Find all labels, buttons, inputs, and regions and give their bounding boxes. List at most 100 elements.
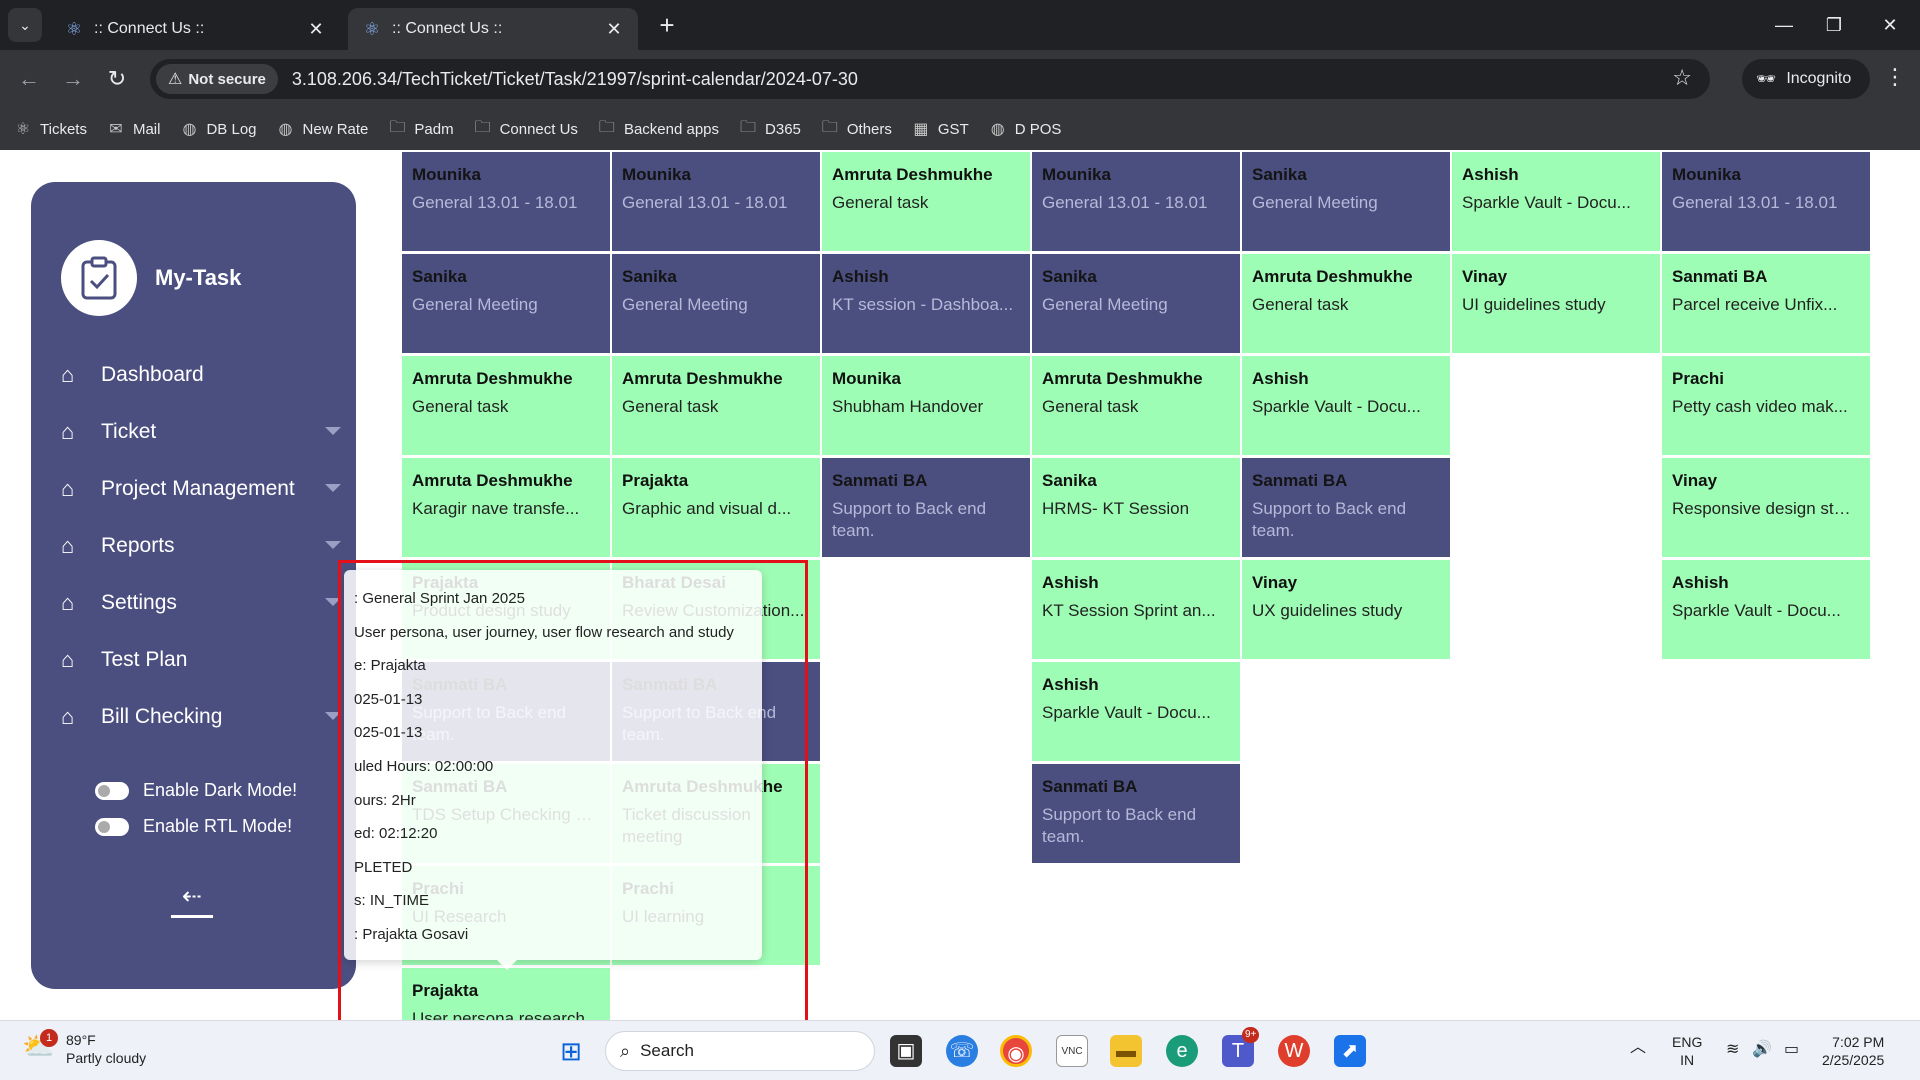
sidebar-item-bill-checking[interactable]: ⌂ Bill Checking (61, 688, 341, 745)
caret-down-icon[interactable] (325, 484, 341, 492)
tab-search-button[interactable]: ⌄ (8, 8, 42, 42)
task-card[interactable]: Mounika General 13.01 - 18.01 (1032, 152, 1240, 251)
chevron-up-icon[interactable]: ︿ (1630, 1039, 1646, 1057)
clock[interactable]: 7:02 PM 2/25/2025 (1822, 1033, 1884, 1069)
menu-kebab-icon[interactable]: ⋮ (1880, 64, 1910, 90)
task-card[interactable]: Vinay UX guidelines study (1242, 560, 1450, 659)
bookmark-item[interactable]: 🗀 Padm (388, 116, 453, 143)
address-bar[interactable]: ⚠ Not secure 3.108.206.34/TechTicket/Tic… (150, 59, 1710, 99)
task-view-icon[interactable]: ▣ (890, 1035, 922, 1067)
bookmark-item[interactable]: ⚛ Tickets (14, 119, 87, 139)
teams-icon[interactable]: T 9+ (1222, 1027, 1260, 1067)
language-indicator[interactable]: ENG IN (1672, 1033, 1702, 1069)
bookmark-item[interactable]: ◍ New Rate (277, 119, 369, 139)
bookmark-item[interactable]: ◍ DB Log (180, 119, 256, 139)
task-card[interactable]: Mounika General 13.01 - 18.01 (612, 152, 820, 251)
task-card[interactable]: Mounika General 13.01 - 18.01 (1662, 152, 1870, 251)
task-card[interactable]: Sanika General Meeting (612, 254, 820, 353)
close-icon[interactable]: ✕ (604, 19, 624, 40)
volume-icon[interactable]: 🔊 (1752, 1041, 1772, 1059)
new-tab-button[interactable]: + (652, 10, 682, 40)
rtl-mode-toggle[interactable]: Enable RTL Mode! (95, 816, 292, 837)
wifi-icon[interactable]: ≋ (1726, 1041, 1739, 1059)
sidebar-item-label: Settings (101, 590, 177, 614)
bookmark-item[interactable]: ▦ GST (912, 119, 968, 139)
browser-tab-2[interactable]: ⚛ :: Connect Us :: ✕ (348, 8, 638, 50)
task-card[interactable]: Ashish KT Session Sprint an... (1032, 560, 1240, 659)
task-card[interactable]: Sanika General Meeting (1242, 152, 1450, 251)
task-card[interactable]: Amruta Deshmukhe General task (822, 152, 1030, 251)
phone-app-icon[interactable]: ☏ (946, 1035, 978, 1067)
task-card[interactable]: Ashish KT session - Dashboa... (822, 254, 1030, 353)
taskbar-search[interactable]: ⌕ Search (605, 1031, 875, 1071)
task-card[interactable]: Mounika Shubham Handover (822, 356, 1030, 455)
task-card[interactable]: Amruta Deshmukhe Karagir nave transfe... (402, 458, 610, 557)
weather-widget[interactable]: ⛅ 1 89°F Partly cloudy (22, 1029, 146, 1067)
wps-office-icon[interactable]: W (1278, 1035, 1310, 1067)
sidebar-item-project-management[interactable]: ⌂ Project Management (61, 460, 341, 517)
chrome-icon[interactable]: ◉ (1000, 1035, 1032, 1067)
bookmark-item[interactable]: ✉ Mail (107, 119, 160, 139)
dark-mode-toggle[interactable]: Enable Dark Mode! (95, 780, 297, 801)
sidebar-item-reports[interactable]: ⌂ Reports (61, 517, 341, 574)
sidebar-item-ticket[interactable]: ⌂ Ticket (61, 403, 341, 460)
task-card[interactable]: Sanika HRMS- KT Session (1032, 458, 1240, 557)
task-card[interactable]: Sanika General Meeting (1032, 254, 1240, 353)
forward-icon[interactable]: → (58, 64, 88, 94)
bookmark-item[interactable]: 🗀 Others (821, 116, 892, 143)
task-card[interactable]: Sanmati BA Parcel receive Unfix... (1662, 254, 1870, 353)
task-card[interactable]: Sanmati BA Support to Back end team. (822, 458, 1030, 557)
security-chip[interactable]: ⚠ Not secure (156, 64, 278, 94)
task-card[interactable]: Vinay Responsive design study (1662, 458, 1870, 557)
task-card[interactable]: Amruta Deshmukhe General task (402, 356, 610, 455)
vnc-icon[interactable]: VNC (1056, 1035, 1088, 1067)
window-close-button[interactable]: ✕ (1870, 10, 1910, 40)
bookmark-label: Tickets (40, 120, 87, 138)
bookmark-item[interactable]: 🗀 Backend apps (598, 116, 719, 143)
bookmark-item[interactable]: 🗀 Connect Us (474, 116, 578, 143)
task-card[interactable]: Ashish Sparkle Vault - Docu... (1452, 152, 1660, 251)
react-icon: ⚛ (363, 19, 381, 39)
url-text[interactable]: 3.108.206.34/TechTicket/Ticket/Task/2199… (292, 69, 858, 90)
windows-start-icon[interactable]: ⊞ (555, 1035, 587, 1067)
task-card[interactable]: Sanmati BA Support to Back end team. (1242, 458, 1450, 557)
minimize-button[interactable]: — (1764, 10, 1804, 40)
task-card[interactable]: Amruta Deshmukhe General task (612, 356, 820, 455)
file-explorer-icon[interactable]: ▬ (1110, 1035, 1142, 1067)
back-icon[interactable]: ← (14, 64, 44, 94)
task-assignee: Sanmati BA (1042, 777, 1138, 796)
task-card[interactable]: Ashish Sparkle Vault - Docu... (1662, 560, 1870, 659)
bookmark-star-icon[interactable]: ☆ (1672, 65, 1692, 91)
sidebar-item-settings[interactable]: ⌂ Settings (61, 574, 341, 631)
task-card[interactable]: Mounika General 13.01 - 18.01 (402, 152, 610, 251)
teams-badge: 9+ (1242, 1027, 1260, 1043)
incognito-button[interactable]: 🕶 Incognito (1742, 59, 1870, 99)
collapse-sidebar-icon[interactable]: ⇠ (171, 882, 213, 918)
caret-down-icon[interactable] (325, 427, 341, 435)
task-card[interactable]: Prajakta Graphic and visual d... (612, 458, 820, 557)
browser-tab-1[interactable]: ⚛ :: Connect Us :: ✕ (50, 8, 340, 50)
task-card[interactable]: Sanmati BA Support to Back end team. (1032, 764, 1240, 863)
toggle-switch[interactable] (95, 781, 129, 800)
maps-app-icon[interactable]: ⬈ (1334, 1035, 1366, 1067)
task-card[interactable]: Sanika General Meeting (402, 254, 610, 353)
task-card[interactable]: Amruta Deshmukhe General task (1032, 356, 1240, 455)
caret-down-icon[interactable] (325, 541, 341, 549)
task-card[interactable]: Ashish Sparkle Vault - Docu... (1032, 662, 1240, 761)
bookmark-item[interactable]: 🗀 D365 (739, 116, 801, 143)
task-card[interactable]: Ashish Sparkle Vault - Docu... (1242, 356, 1450, 455)
bookmark-item[interactable]: ◍ D POS (989, 119, 1062, 139)
home-icon: ⌂ (61, 475, 75, 501)
sidebar-item-test-plan[interactable]: ⌂ Test Plan (61, 631, 341, 688)
sidebar-item-dashboard[interactable]: ⌂ Dashboard (61, 346, 341, 403)
close-icon[interactable]: ✕ (306, 19, 326, 40)
task-card[interactable]: Vinay UI guidelines study (1452, 254, 1660, 353)
restore-button[interactable]: ❐ (1814, 10, 1854, 40)
reload-icon[interactable]: ↻ (102, 64, 132, 94)
task-card[interactable]: Amruta Deshmukhe General task (1242, 254, 1450, 353)
edge-icon[interactable]: e (1166, 1035, 1198, 1067)
toggle-switch[interactable] (95, 817, 129, 836)
brand-title[interactable]: My-Task (155, 265, 241, 291)
task-card[interactable]: Prachi Petty cash video mak... (1662, 356, 1870, 455)
battery-icon[interactable]: ▭ (1784, 1041, 1799, 1059)
